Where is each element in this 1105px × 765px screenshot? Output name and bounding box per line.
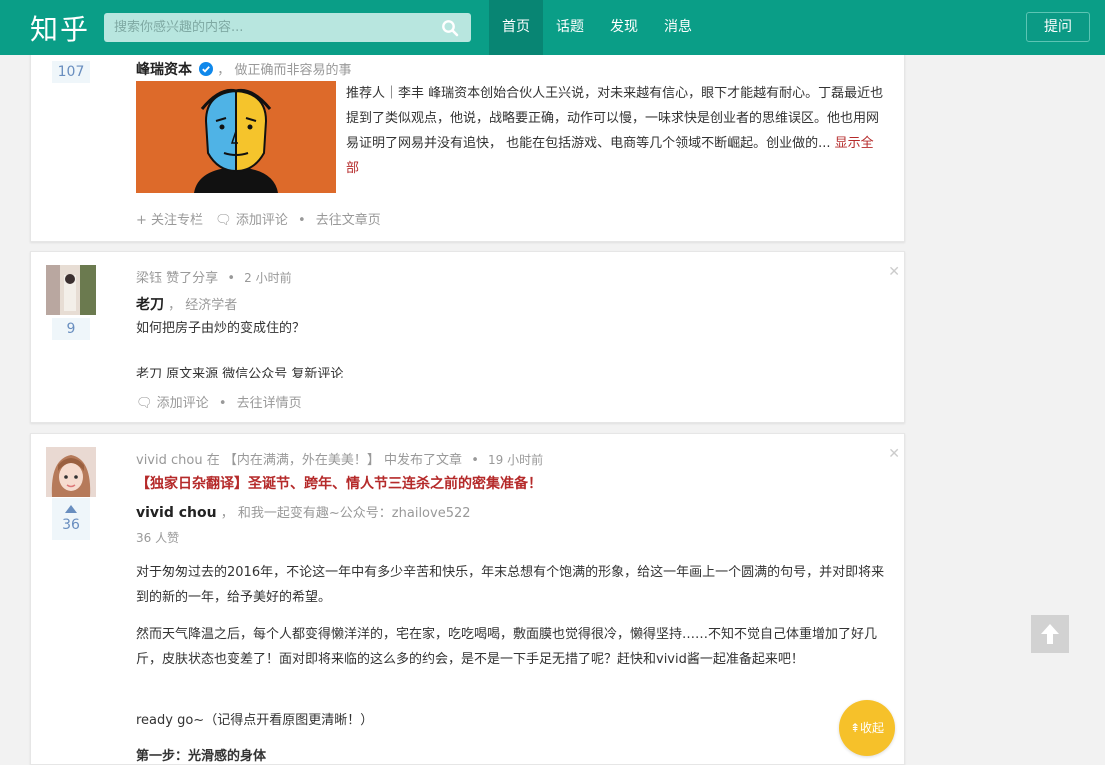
card-actions: 🗨 添加评论 • 去往详情页 [136,396,302,411]
vote-count[interactable]: 107 [52,61,90,83]
nav-explore[interactable]: 发现 [597,0,651,55]
author-bio: 和我一起变有趣~公众号：zhailove522 [237,506,471,521]
article-cover-illustration[interactable] [136,81,336,193]
author-line: 老刀 ， 经济学者 [136,297,238,313]
upvote-arrow-icon [65,505,77,513]
author-bio: 做正确而非容易的事 [234,63,352,78]
add-comment-link[interactable]: 🗨 添加评论 [215,213,288,228]
main-nav: 首页 话题 发现 消息 [489,0,705,55]
collapse-icon: ⇞ [849,721,861,735]
nav-messages[interactable]: 消息 [651,0,705,55]
vote-count: 36 [62,517,80,533]
feed-meta: vivid chou 在 【内在满满，外在美美！】 中发布了文章 • 19 小时… [136,453,544,468]
search-box [104,13,471,42]
author-name[interactable]: 峰瑞资本 [136,62,192,78]
feed-card-share: 9 梁钰 赞了分享 • 2 小时前 ✕ 老刀 ， 经济学者 如何把房子由炒的变成… [30,251,905,423]
user-avatar[interactable] [46,447,96,497]
zhihu-logo[interactable]: 知乎 [30,8,90,48]
timestamp: 2 小时前 [244,271,292,285]
author-line: 峰瑞资本 ， 做正确而非容易的事 [136,62,352,78]
close-icon[interactable]: ✕ [888,264,900,280]
close-icon[interactable]: ✕ [888,446,900,462]
article-excerpt: 推荐人｜李丰 峰瑞资本创始合伙人王兴说，对未来越有信心，眼下才能越有耐心。丁磊最… [346,86,884,176]
search-input[interactable] [104,13,434,42]
actor-name[interactable]: 梁钰 [136,271,162,286]
question-title[interactable]: 如何把房子由炒的变成住的？ [136,316,886,341]
author-line: vivid chou ， 和我一起变有趣~公众号：zhailove522 [136,505,471,521]
user-avatar[interactable] [46,265,96,315]
ask-question-button[interactable]: 提问 [1026,12,1090,42]
feed-meta: 梁钰 赞了分享 • 2 小时前 [136,271,292,286]
actor-name[interactable]: vivid chou [136,453,203,468]
action-text: 赞了分享 [166,271,219,286]
card-actions: + 关注专栏 🗨 添加评论 • 去往文章页 [136,213,381,228]
content-preview: 老刀 原文来源 微信公众号 复新评论 [136,367,344,378]
collapse-button[interactable]: ⇞收起 [839,700,895,756]
follow-column-link[interactable]: + 关注专栏 [136,213,203,228]
goto-detail-link[interactable]: 去往详情页 [237,396,302,411]
article-title[interactable]: 【独家日杂翻译】圣诞节、跨年、情人节三连杀之前的密集准备！ [136,473,542,493]
like-count[interactable]: 36 人赞 [136,529,179,546]
goto-article-link[interactable]: 去往文章页 [316,213,381,228]
author-name[interactable]: 老刀 [136,297,164,313]
back-to-top-button[interactable] [1031,615,1069,653]
timestamp: 19 小时前 [488,453,544,467]
upvote-button[interactable]: 36 [52,498,90,540]
author-bio: 经济学者 [185,298,238,313]
article-paragraph: 然而天气降温之后，每个人都变得懒洋洋的，宅在家，吃吃喝喝，敷面膜也觉得很冷，懒得… [136,627,878,667]
feed-card-article: 36 vivid chou 在 【内在满满，外在美美！】 中发布了文章 • 19… [30,433,905,765]
comment-icon: 🗨 [215,213,232,228]
nav-topics[interactable]: 话题 [543,0,597,55]
vote-count[interactable]: 9 [52,318,90,340]
article-paragraph: ready go~（记得点开看原图更清晰！） [136,713,374,728]
article-paragraph: 第一步：光滑感的身体 [136,749,267,764]
search-icon[interactable] [441,19,459,37]
article-paragraph: 对于匆匆过去的2016年，不论这一年中有多少辛苦和快乐，年末总想有个饱满的形象，… [136,565,885,605]
arrow-up-icon [1041,624,1059,644]
top-navbar: 知乎 首页 话题 发现 消息 提问 [0,0,1105,55]
column-name[interactable]: 【内在满满，外在美美！】 [224,453,380,468]
add-comment-link[interactable]: 🗨 添加评论 [136,396,209,411]
nav-home[interactable]: 首页 [489,0,543,55]
author-name[interactable]: vivid chou [136,505,217,521]
verified-badge-icon [199,62,214,76]
comment-icon: 🗨 [136,396,153,411]
